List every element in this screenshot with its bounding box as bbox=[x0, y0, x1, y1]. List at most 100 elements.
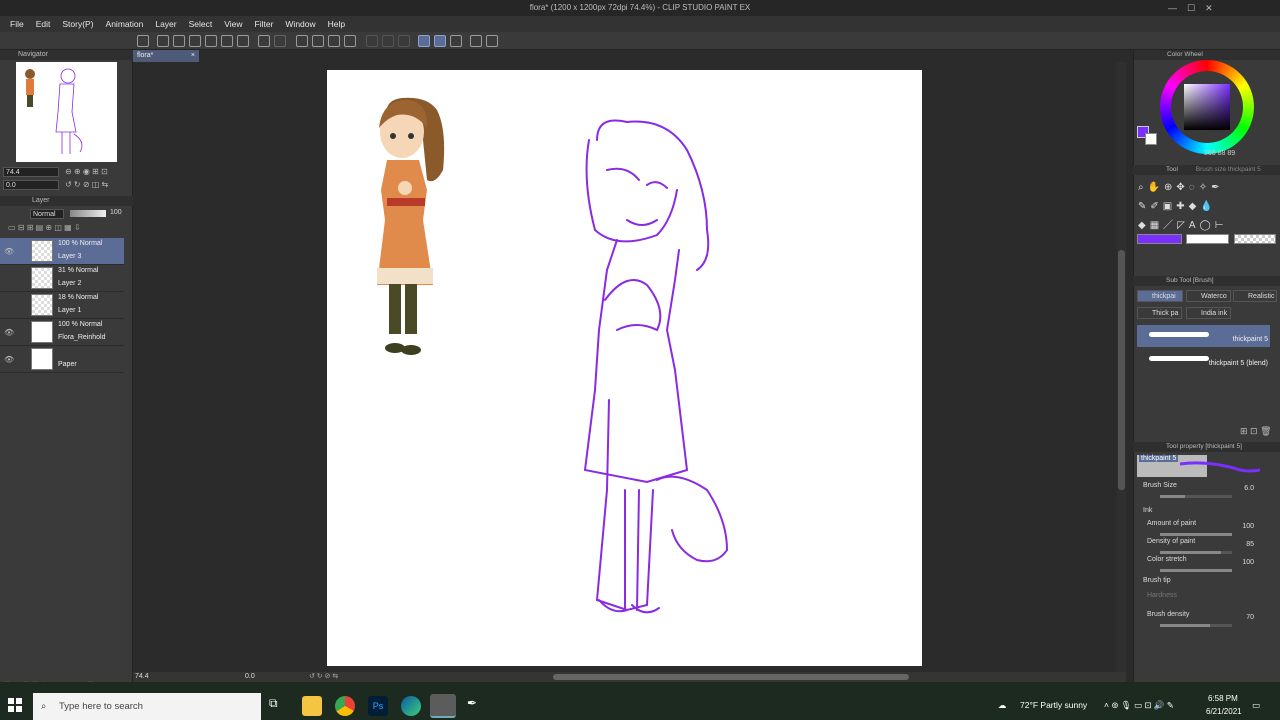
rotate-controls[interactable]: ↺ ↻ ⊘ ⇆ bbox=[309, 672, 338, 680]
sub-color-swatch[interactable] bbox=[1145, 133, 1157, 145]
select-icon[interactable] bbox=[366, 35, 378, 47]
ruler-icon[interactable] bbox=[470, 35, 482, 47]
property-label: Brush density bbox=[1147, 611, 1190, 618]
vertical-scroll-thumb[interactable] bbox=[1118, 250, 1125, 490]
canvas-paper[interactable] bbox=[327, 70, 922, 666]
loading-icon[interactable] bbox=[296, 35, 308, 47]
task-view-icon[interactable]: ⧉ bbox=[269, 696, 289, 716]
fill-icon[interactable] bbox=[328, 35, 340, 47]
sub-tool-tab[interactable]: thickpai bbox=[1137, 290, 1183, 302]
file-explorer-icon[interactable] bbox=[302, 696, 322, 716]
system-tray-icons[interactable]: ˄ ⊚ 🎙 ▭ ⊡ 🔊 ✎ bbox=[1104, 700, 1174, 711]
sub-tool-tab[interactable]: Thick pa bbox=[1137, 307, 1182, 319]
property-value[interactable]: 100 bbox=[1228, 559, 1254, 566]
window-controls[interactable]: — ☐ ✕ bbox=[1168, 3, 1213, 14]
menu-item[interactable]: Window bbox=[279, 19, 321, 29]
rotate-buttons[interactable]: ↺ ↻ ⊘ ◫ ⇆ bbox=[65, 180, 108, 189]
snap-grid-icon[interactable] bbox=[450, 35, 462, 47]
share-icon[interactable] bbox=[237, 35, 249, 47]
angle-status[interactable]: 0.0 bbox=[245, 673, 255, 680]
property-slider[interactable] bbox=[1160, 569, 1232, 572]
clip-studio-icon[interactable] bbox=[137, 35, 149, 47]
zoom-status[interactable]: 74.4 bbox=[135, 673, 149, 680]
windows-start-icon[interactable] bbox=[8, 698, 22, 712]
property-slider[interactable] bbox=[1160, 495, 1232, 498]
hue-ring[interactable] bbox=[1160, 60, 1254, 154]
clip-studio-taskbar-icon[interactable] bbox=[430, 694, 456, 718]
slider-fill bbox=[1160, 495, 1186, 498]
sub-tool-header: Sub Tool [Brush] bbox=[1133, 276, 1280, 286]
menu-item[interactable]: Help bbox=[322, 19, 351, 29]
transparent-color-bar[interactable] bbox=[1234, 234, 1276, 244]
photoshop-icon[interactable]: Ps bbox=[368, 696, 388, 716]
cloud-icon[interactable] bbox=[221, 35, 233, 47]
export-icon[interactable] bbox=[205, 35, 217, 47]
sub-tool-actions[interactable]: ⊞ ⊡ 🗑 bbox=[1240, 426, 1272, 437]
brush-item[interactable]: thickpaint 5 (blend) bbox=[1137, 349, 1270, 371]
sub-tool-tab[interactable]: Realistic bbox=[1233, 290, 1277, 302]
taskbar-search[interactable]: ⌕ Type here to search bbox=[33, 693, 261, 720]
tool-grid[interactable]: ⌕✋⊕✥◌✧✒ ✎✐▣✚◆💧 ◆▦／◸A◯⊢ bbox=[1138, 178, 1278, 234]
property-value[interactable]: 100 bbox=[1228, 523, 1254, 530]
main-color-bar[interactable] bbox=[1137, 234, 1182, 244]
transform-icon[interactable] bbox=[344, 35, 356, 47]
layer-row[interactable]: 18 % Normal Layer 1 bbox=[0, 292, 124, 319]
clear-icon[interactable] bbox=[312, 35, 324, 47]
property-slider[interactable] bbox=[1160, 624, 1232, 627]
menu-item[interactable]: Edit bbox=[30, 19, 57, 29]
saturation-value-square[interactable] bbox=[1184, 84, 1230, 130]
clock-date[interactable]: 6/21/2021 bbox=[1206, 707, 1242, 716]
deselect-icon[interactable] bbox=[382, 35, 394, 47]
layer-toolbar[interactable]: ▭ ⊟ ⊞ ▤ ⊕ ◫ ▦ ⇩ bbox=[8, 223, 81, 232]
brush-item[interactable]: thickpaint 5 bbox=[1137, 325, 1270, 347]
zoom-input[interactable]: 74.4 bbox=[3, 167, 59, 177]
property-slider[interactable] bbox=[1160, 551, 1232, 554]
layer-row[interactable]: 👁 100 % Normal Layer 3 bbox=[0, 238, 124, 265]
layer-row[interactable]: 👁 Paper bbox=[0, 346, 124, 373]
zoom-buttons[interactable]: ⊖ ⊕ ◉ ⊞ ⊡ bbox=[65, 167, 108, 176]
property-slider[interactable] bbox=[1160, 533, 1232, 536]
weather-icon[interactable]: ☁ bbox=[998, 700, 1007, 711]
menu-item[interactable]: Select bbox=[183, 19, 219, 29]
open-file-icon[interactable] bbox=[173, 35, 185, 47]
visibility-eye-icon[interactable]: 👁 bbox=[4, 247, 14, 256]
property-value[interactable]: 85 bbox=[1228, 541, 1254, 548]
opacity-slider[interactable] bbox=[70, 210, 106, 217]
navigator-preview[interactable] bbox=[16, 62, 117, 162]
horizontal-scroll-thumb[interactable] bbox=[553, 674, 909, 680]
sub-tool-tab[interactable]: Waterco bbox=[1186, 290, 1231, 302]
menu-item[interactable]: Story(P) bbox=[56, 19, 99, 29]
visibility-eye-icon[interactable]: 👁 bbox=[4, 355, 14, 364]
notification-icon[interactable]: ▭ bbox=[1252, 700, 1260, 711]
chrome-icon[interactable] bbox=[335, 696, 355, 716]
sub-color-bar[interactable] bbox=[1186, 234, 1229, 244]
redo-icon[interactable] bbox=[274, 35, 286, 47]
blend-mode-select[interactable]: Normal bbox=[30, 209, 64, 219]
new-file-icon[interactable] bbox=[157, 35, 169, 47]
visibility-eye-icon[interactable]: 👁 bbox=[4, 328, 14, 337]
weather-text[interactable]: 72°F Partly sunny bbox=[1020, 700, 1087, 710]
property-label: Amount of paint bbox=[1147, 520, 1197, 527]
crop-icon[interactable] bbox=[398, 35, 410, 47]
sub-tool-tab[interactable]: India ink bbox=[1186, 307, 1231, 319]
property-value[interactable]: 70 bbox=[1228, 614, 1254, 621]
snap-special-ruler-icon[interactable] bbox=[434, 35, 446, 47]
property-value[interactable]: 6.0 bbox=[1228, 485, 1254, 492]
save-icon[interactable] bbox=[189, 35, 201, 47]
close-tab-icon[interactable]: × bbox=[191, 50, 195, 62]
layer-row[interactable]: 👁 100 % Normal Flora_Reinhold bbox=[0, 319, 124, 346]
menu-item[interactable]: Filter bbox=[249, 19, 280, 29]
pen-app-icon[interactable]: ✒ bbox=[467, 696, 487, 716]
rotate-input[interactable]: 0.0 bbox=[3, 180, 59, 190]
menu-item[interactable]: View bbox=[218, 19, 248, 29]
menu-item[interactable]: Layer bbox=[149, 19, 182, 29]
menu-item[interactable]: File bbox=[4, 19, 30, 29]
document-tab[interactable]: flora* × bbox=[133, 50, 199, 62]
snap-ruler-icon[interactable] bbox=[418, 35, 430, 47]
clock-time[interactable]: 6:58 PM bbox=[1208, 694, 1238, 703]
perspective-icon[interactable] bbox=[486, 35, 498, 47]
edge-icon[interactable] bbox=[401, 696, 421, 716]
menu-item[interactable]: Animation bbox=[100, 19, 150, 29]
undo-icon[interactable] bbox=[258, 35, 270, 47]
layer-row[interactable]: 31 % Normal Layer 2 bbox=[0, 265, 124, 292]
